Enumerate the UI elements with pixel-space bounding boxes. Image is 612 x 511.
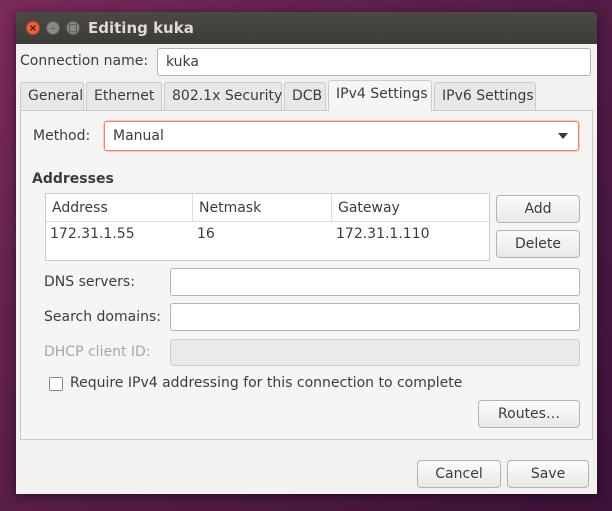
minimize-icon[interactable]: – <box>46 21 60 35</box>
method-value: Manual <box>113 128 164 144</box>
save-button[interactable]: Save <box>507 460 589 488</box>
method-label: Method: <box>33 128 91 144</box>
add-button[interactable]: Add <box>496 195 580 223</box>
maximize-icon[interactable]: □ <box>66 21 80 35</box>
routes-button[interactable]: Routes… <box>478 400 580 428</box>
require-ipv4-label: Require IPv4 addressing for this connect… <box>70 375 463 391</box>
titlebar: × – □ Editing kuka <box>16 12 597 44</box>
method-dropdown[interactable]: Manual <box>104 121 579 151</box>
netmask-cell[interactable]: 16 <box>193 224 215 244</box>
search-domains-label: Search domains: <box>44 309 161 325</box>
close-icon[interactable]: × <box>26 21 40 35</box>
column-header-gateway[interactable]: Gateway <box>331 194 489 222</box>
column-header-address[interactable]: Address <box>46 194 192 222</box>
tab-ipv6-settings[interactable]: IPv6 Settings <box>434 82 536 110</box>
tab-dcb[interactable]: DCB <box>284 82 326 110</box>
tab-ethernet[interactable]: Ethernet <box>86 82 162 110</box>
addresses-heading: Addresses <box>32 171 114 187</box>
ipv4-settings-panel: Method: Manual Addresses Address Netmask… <box>20 110 593 440</box>
connection-name-field[interactable]: kuka <box>157 48 591 76</box>
cancel-button[interactable]: Cancel <box>417 460 501 488</box>
tab-general[interactable]: General <box>20 82 84 110</box>
dhcp-client-id-field <box>170 339 580 366</box>
gateway-cell[interactable]: 172.31.1.110 <box>332 224 430 244</box>
connection-name-label: Connection name: <box>20 53 149 69</box>
address-cell[interactable]: 172.31.1.55 <box>46 224 135 244</box>
delete-button[interactable]: Delete <box>496 230 580 258</box>
search-domains-field[interactable] <box>170 303 580 331</box>
addresses-table[interactable]: Address Netmask Gateway 172.31.1.55 16 1… <box>45 193 490 261</box>
chevron-down-icon <box>558 133 568 139</box>
tab-802-1x-security[interactable]: 802.1x Security <box>164 82 282 110</box>
require-ipv4-checkbox[interactable] <box>49 377 63 391</box>
window-title: Editing kuka <box>88 19 194 37</box>
edit-connection-dialog: × – □ Editing kuka Connection name: kuka… <box>16 12 597 494</box>
tab-ipv4-settings[interactable]: IPv4 Settings <box>328 80 432 111</box>
dns-servers-label: DNS servers: <box>44 274 135 290</box>
dns-servers-field[interactable] <box>170 268 580 296</box>
column-header-netmask[interactable]: Netmask <box>192 194 331 222</box>
dhcp-client-id-label: DHCP client ID: <box>44 344 151 360</box>
